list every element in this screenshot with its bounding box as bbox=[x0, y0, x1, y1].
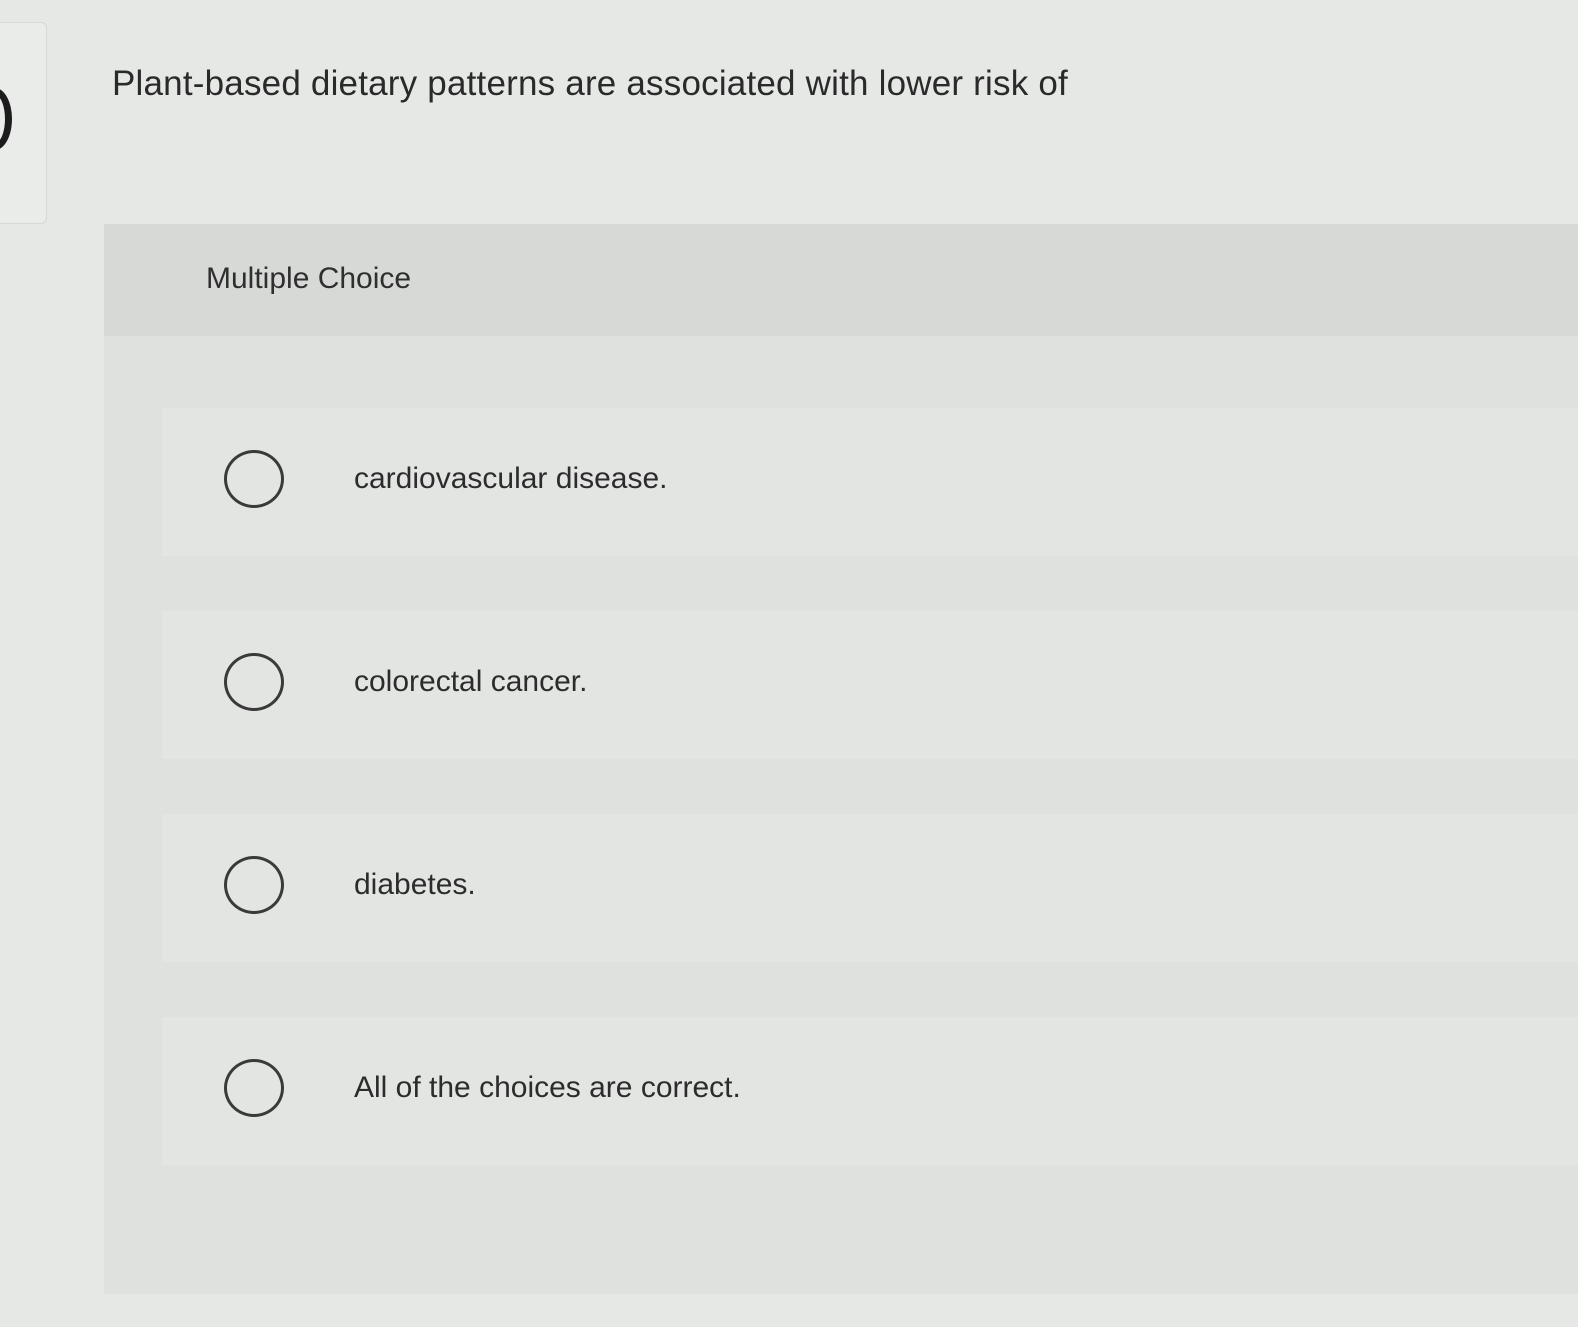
answer-choice[interactable]: cardiovascular disease. bbox=[162, 408, 1578, 556]
radio-button[interactable] bbox=[224, 856, 284, 914]
panel-header: Multiple Choice bbox=[104, 224, 1578, 336]
radio-button[interactable] bbox=[224, 1059, 284, 1117]
answer-choices: cardiovascular disease. colorectal cance… bbox=[162, 408, 1578, 1220]
choice-label: diabetes. bbox=[354, 868, 476, 901]
question-text: Plant-based dietary patterns are associa… bbox=[112, 64, 1068, 103]
answer-choice[interactable]: diabetes. bbox=[162, 814, 1578, 962]
choice-label: All of the choices are correct. bbox=[354, 1071, 741, 1104]
choice-label: colorectal cancer. bbox=[354, 665, 588, 698]
answer-choice[interactable]: All of the choices are correct. bbox=[162, 1017, 1578, 1165]
radio-button[interactable] bbox=[224, 653, 284, 711]
multiple-choice-panel: Multiple Choice cardiovascular disease. … bbox=[104, 224, 1578, 1294]
choice-label: cardiovascular disease. bbox=[354, 462, 668, 495]
radio-button[interactable] bbox=[224, 450, 284, 508]
question-type-label: Multiple Choice bbox=[206, 262, 412, 295]
answer-choice[interactable]: colorectal cancer. bbox=[162, 611, 1578, 759]
